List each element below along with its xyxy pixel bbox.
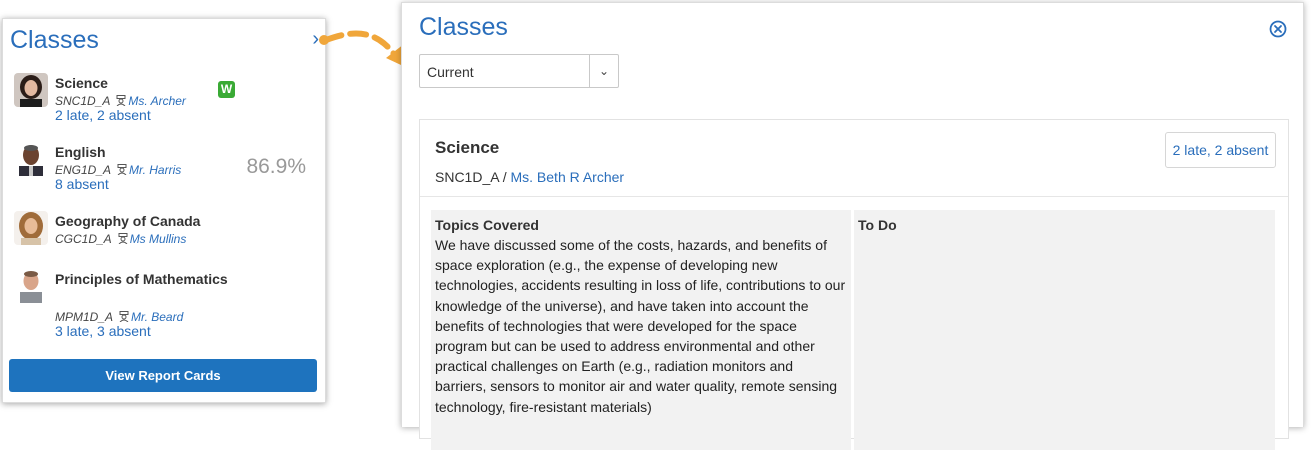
- class-grade: 86.9%: [246, 155, 306, 178]
- class-code: SNC1D_A: [435, 169, 499, 185]
- class-name: Science: [55, 75, 108, 91]
- to-do-label: To Do: [858, 217, 897, 233]
- chevron-down-icon[interactable]: ⌄: [589, 55, 618, 87]
- close-icon[interactable]: [1269, 20, 1287, 38]
- teacher-avatar: [14, 211, 48, 245]
- attendance-button[interactable]: 2 late, 2 absent: [1165, 132, 1276, 168]
- teacher-avatar: [14, 73, 48, 107]
- status-badge: W: [218, 81, 235, 98]
- to-do-section: To Do: [854, 210, 1275, 450]
- teacher-avatar: [14, 269, 48, 303]
- class-code: SNC1D_A: [55, 94, 111, 108]
- class-detail-subtitle: SNC1D_A / Ms. Beth R Archer: [435, 169, 624, 185]
- class-name: English: [55, 144, 106, 160]
- class-meta: ENG1D_A Mr. Harris: [55, 163, 181, 177]
- teacher-link[interactable]: Mr. Harris: [129, 163, 181, 177]
- teacher-link[interactable]: Ms Mullins: [130, 232, 187, 246]
- separator: /: [502, 169, 507, 185]
- topics-covered-text: We have discussed some of the costs, haz…: [435, 237, 846, 415]
- classes-panel: Classes Current ⌄ Science SNC1D_A / Ms. …: [401, 2, 1304, 450]
- topics-covered-section: Topics Covered We have discussed some of…: [431, 210, 851, 450]
- class-meta: SNC1D_A Ms. Archer: [55, 94, 186, 108]
- teacher-link[interactable]: Mr. Beard: [131, 310, 183, 324]
- teacher-icon: [118, 233, 128, 244]
- teacher-icon: [117, 164, 127, 175]
- class-detail-header: Science SNC1D_A / Ms. Beth R Archer 2 la…: [420, 120, 1288, 197]
- panel-title: Classes: [419, 13, 508, 41]
- class-name: Geography of Canada: [55, 213, 201, 229]
- class-detail-title: Science: [435, 138, 500, 157]
- view-report-cards-button[interactable]: View Report Cards: [9, 359, 317, 392]
- attendance-link[interactable]: 8 absent: [55, 176, 109, 192]
- teacher-icon: [116, 95, 126, 106]
- term-select[interactable]: Current ⌄: [419, 54, 619, 88]
- teacher-link[interactable]: Ms. Archer: [128, 94, 186, 108]
- class-code: MPM1D_A: [55, 310, 114, 324]
- teacher-link[interactable]: Ms. Beth R Archer: [510, 169, 624, 185]
- classes-widget: Classes › Science SNC1D_A Ms. Archer 2 la…: [2, 18, 326, 403]
- term-select-value: Current: [427, 64, 474, 80]
- class-code: CGC1D_A: [55, 232, 112, 246]
- attendance-link[interactable]: 2 late, 2 absent: [55, 107, 151, 123]
- attendance-link[interactable]: 3 late, 3 absent: [55, 323, 151, 339]
- widget-title: Classes: [10, 26, 99, 54]
- topics-covered-label: Topics Covered: [435, 217, 539, 233]
- class-meta: CGC1D_A Ms Mullins: [55, 232, 186, 246]
- teacher-avatar: [14, 142, 48, 176]
- class-name: Principles of Mathematics: [55, 271, 228, 287]
- class-meta: MPM1D_A Mr. Beard: [55, 310, 183, 324]
- teacher-icon: [119, 311, 129, 322]
- class-code: ENG1D_A: [55, 163, 112, 177]
- class-detail-card: Science SNC1D_A / Ms. Beth R Archer 2 la…: [419, 119, 1289, 450]
